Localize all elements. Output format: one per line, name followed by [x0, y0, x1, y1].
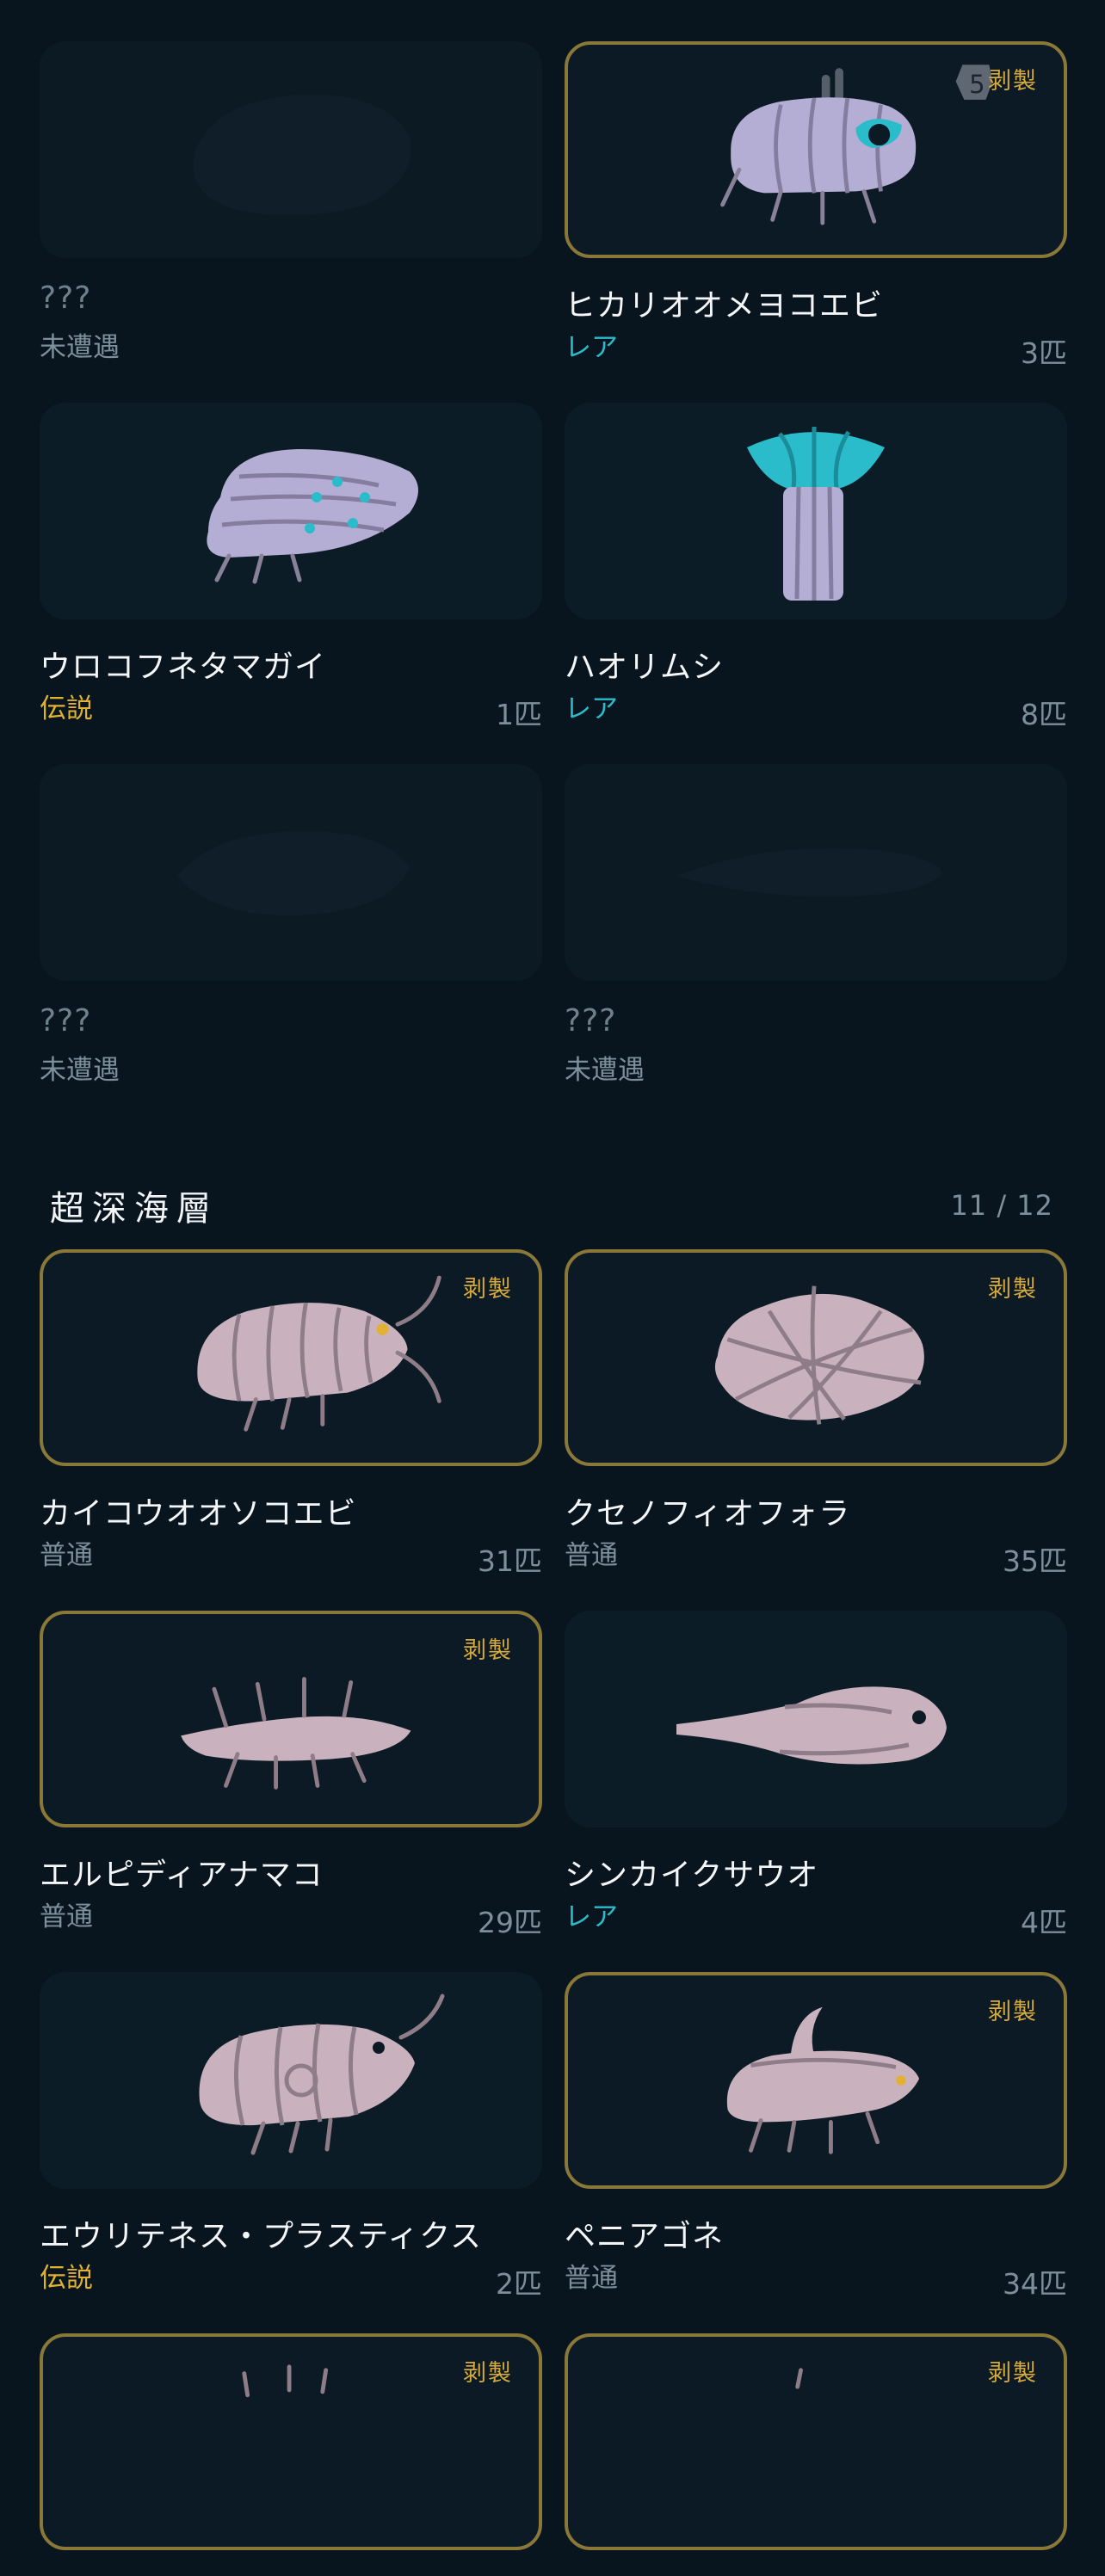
snailfish-icon [676, 1686, 947, 1765]
catch-count: 2匹 [496, 2267, 542, 2301]
creature-name: ハオリムシ [565, 650, 725, 685]
specimen-badge: 剥製 [988, 1999, 1038, 2025]
creature-card[interactable] [40, 764, 542, 981]
catch-count: 29匹 [478, 1906, 542, 1939]
creature-cell-eurythenes[interactable]: エウリテネス・プラスティクス 伝説 2匹 [40, 1972, 542, 2301]
rarity-label: 未遭遇 [565, 1055, 645, 1086]
specimen-badge-icon: 5 [955, 65, 993, 100]
creature-card[interactable] [565, 764, 1067, 981]
rarity-label: 未遭遇 [40, 332, 120, 363]
specimen-badge: 剥製 [463, 1637, 513, 1664]
creature-name: エウリテネス・プラスティクス [40, 2219, 483, 2254]
creature-name: エルピディアナマコ [40, 1858, 324, 1893]
creature-cell-hikari[interactable]: 5 剥製 ヒカリオオメヨコエビ レア 3匹 [565, 41, 1067, 370]
rarity-label: 普通 [565, 2263, 618, 2294]
creature-cell-kaikou[interactable]: 剥製 カイコウオオソコエビ 普通 31匹 [40, 1249, 542, 1578]
creature-cell-xeno[interactable]: 剥製 クセノフィオフォラ 普通 35匹 [565, 1249, 1067, 1578]
creature-cell-peniagone[interactable]: 剥製 ペニアゴネ 普通 34匹 [565, 1972, 1067, 2301]
creature-card[interactable]: 剥製 [565, 1972, 1067, 2189]
section-title: 超深海層 [50, 1189, 219, 1229]
creature-name: カイコウオオソコエビ [40, 1496, 357, 1531]
creature-cell-snailfish[interactable]: シンカイクサウオ レア 4匹 [565, 1611, 1067, 1939]
rarity-label: 伝説 [40, 693, 93, 724]
unknown-silhouette-icon [193, 94, 411, 216]
creature-card[interactable] [40, 1972, 542, 2189]
tube-worm-icon [747, 427, 885, 601]
creature-cell-partial-2[interactable]: 剥製 [565, 2333, 1067, 2576]
specimen-badge: 剥製 [988, 1276, 1038, 1303]
catch-count: 4匹 [1021, 1906, 1067, 1939]
creature-name: ウロコフネタマガイ [40, 650, 327, 685]
specimen-badge: 剥製 [463, 2360, 513, 2387]
creature-cell-uroko[interactable]: ウロコフネタマガイ 伝説 1匹 [40, 403, 542, 731]
rarity-label: レア [565, 693, 618, 724]
rarity-label: 未遭遇 [40, 1055, 120, 1086]
creature-name: ??? [40, 280, 92, 316]
rarity-label: 普通 [565, 1540, 618, 1571]
creature-cell-unknown-2[interactable]: ??? 未遭遇 [40, 764, 542, 1086]
creature-card[interactable]: 5 剥製 [565, 41, 1067, 258]
creature-name: シンカイクサウオ [565, 1858, 819, 1893]
specimen-badge: 剥製 [988, 2360, 1038, 2387]
creature-card[interactable]: 剥製 [40, 1249, 542, 1466]
unknown-silhouette-icon [177, 830, 410, 916]
section-progress: 11 / 12 [950, 1189, 1053, 1222]
creature-card[interactable]: 剥製 [40, 1611, 542, 1827]
creature-cell-partial-1[interactable]: 剥製 [40, 2333, 542, 2576]
creature-name: クセノフィオフォラ [565, 1496, 851, 1531]
specimen-badge: 剥製 [988, 68, 1038, 95]
catch-count: 1匹 [496, 698, 542, 731]
catch-count: 34匹 [1003, 2267, 1067, 2301]
creature-name: ペニアゴネ [565, 2219, 725, 2254]
scaly-snail-icon [207, 449, 418, 584]
specimen-badge: 剥製 [463, 1276, 513, 1303]
rarity-label: レア [565, 1901, 618, 1932]
rarity-label: 普通 [40, 1901, 93, 1932]
rarity-label: レア [565, 332, 618, 363]
creature-card[interactable]: 剥製 [40, 2333, 542, 2550]
creature-card[interactable]: 剥製 [565, 2333, 1067, 2550]
creature-cell-unknown-1[interactable]: ??? 未遭遇 [40, 41, 542, 363]
rarity-label: 普通 [40, 1540, 93, 1571]
rarity-label: 伝説 [40, 2263, 93, 2294]
creature-name: ヒカリオオメヨコエビ [565, 288, 884, 324]
creature-card[interactable] [565, 1611, 1067, 1827]
unknown-silhouette-icon [676, 847, 943, 897]
creature-card[interactable] [40, 403, 542, 619]
creature-card[interactable] [565, 403, 1067, 619]
creature-name: ??? [40, 1003, 92, 1038]
creature-card[interactable]: 剥製 [565, 1249, 1067, 1466]
creature-cell-haori[interactable]: ハオリムシ レア 8匹 [565, 403, 1067, 731]
catch-count: 8匹 [1021, 698, 1067, 731]
creature-name: ??? [565, 1003, 617, 1038]
plastic-amphipod-icon [199, 1994, 445, 2155]
creature-card[interactable] [40, 41, 542, 258]
catch-count: 31匹 [478, 1544, 542, 1578]
creature-cell-elpidia[interactable]: 剥製 エルピディアナマコ 普通 29匹 [40, 1611, 542, 1939]
creature-cell-unknown-3[interactable]: ??? 未遭遇 [565, 764, 1067, 1086]
catch-count: 35匹 [1003, 1544, 1067, 1578]
svg-text:5: 5 [969, 70, 985, 99]
catch-count: 3匹 [1021, 336, 1067, 370]
